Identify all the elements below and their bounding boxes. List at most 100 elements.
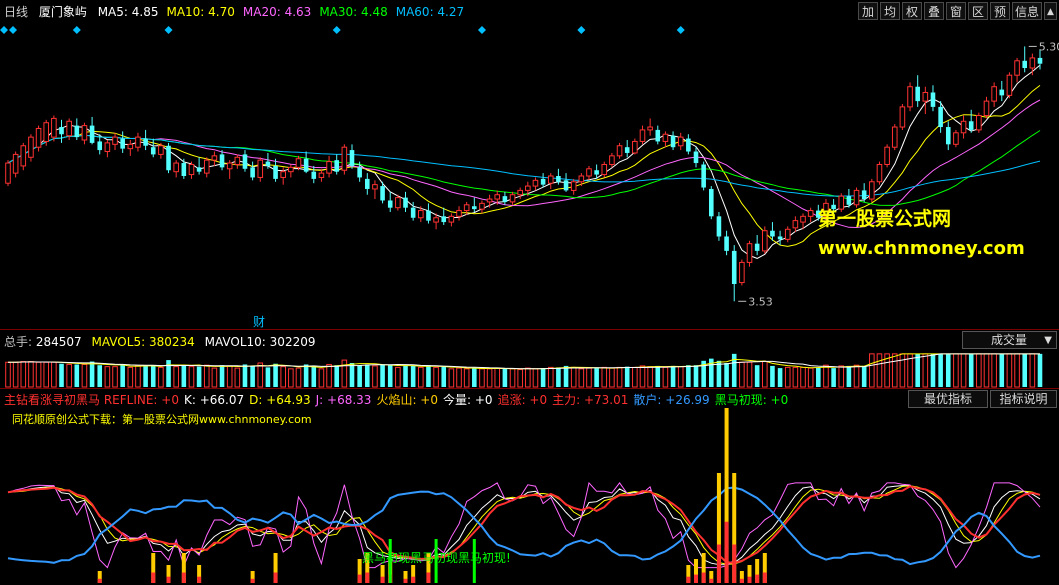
candle	[609, 155, 615, 165]
indicator-legend: 主钻看涨寻初黑马 REFLINE: +0 K: +66.07 D: +64.93 J:…	[4, 391, 793, 408]
volume-bar	[441, 366, 447, 387]
price-panel[interactable]: 5.30 3.53 财 第一股票公式网 www.chnmoney.com	[0, 22, 1059, 330]
stock-name: 厦门象屿	[38, 5, 87, 19]
flame-bar-base	[732, 544, 737, 583]
volume-bar	[334, 365, 340, 387]
volume-bar	[280, 366, 286, 388]
volume-bar	[616, 366, 623, 388]
candle	[647, 126, 653, 131]
volume-bar	[257, 362, 264, 388]
volume-bar	[74, 364, 80, 387]
toolbar-collapse-icon[interactable]: ▲	[1044, 2, 1057, 20]
signal-diamond-icon	[9, 26, 17, 34]
candle	[357, 167, 362, 178]
price-chart[interactable]: 5.30 3.53	[0, 22, 1059, 328]
volume-bar	[968, 353, 974, 387]
watermark-url: www.chnmoney.com	[818, 238, 1025, 259]
ma-legend: 日线 厦门象屿 MA5: 4.85 MA10: 4.70 MA20: 4.63 MA3…	[4, 3, 479, 20]
candle	[1022, 60, 1028, 68]
candle	[334, 160, 340, 172]
volume-bar	[349, 362, 355, 387]
volume-bar	[976, 353, 982, 388]
flame-bar-base	[357, 574, 362, 583]
toolbar-button-3[interactable]: 叠	[924, 2, 944, 20]
indicator-desc-button[interactable]: 指标说明	[990, 390, 1057, 408]
candle	[746, 243, 753, 263]
volume-bar	[97, 365, 103, 387]
period-label[interactable]: 日线	[4, 5, 28, 19]
candle	[686, 138, 691, 152]
candle	[777, 236, 783, 240]
volume-bar	[288, 368, 294, 388]
high-price-label: 5.30	[1039, 40, 1059, 53]
candle	[517, 189, 523, 196]
candle	[12, 153, 19, 174]
candle	[586, 168, 592, 177]
volume-bar	[127, 366, 134, 388]
flame-bar-base	[403, 578, 408, 583]
toolbar-button-6[interactable]: 预	[990, 2, 1010, 20]
candle	[869, 181, 875, 200]
signal-diamond-icon	[332, 26, 341, 34]
candle	[762, 230, 768, 252]
volume-bar	[578, 368, 585, 388]
candle	[708, 188, 714, 217]
volume-bar	[226, 365, 233, 388]
candle	[196, 167, 202, 172]
candle	[364, 178, 370, 189]
flame-bar-base	[365, 572, 370, 583]
volume-bar	[594, 368, 599, 387]
candle	[899, 106, 906, 128]
volume-chart[interactable]	[0, 330, 1059, 388]
volume-bar	[59, 363, 64, 387]
candle	[226, 162, 233, 170]
volume-bar	[915, 353, 920, 387]
volume-panel[interactable]: 总手: 284507 MAVOL5: 380234 MAVOL10: 30220…	[0, 330, 1059, 388]
candle	[1029, 57, 1036, 69]
volume-bar	[831, 368, 836, 387]
indicator-legend-item: 追涨: +0	[497, 393, 548, 407]
candle	[181, 163, 187, 176]
volume-bar	[89, 361, 95, 387]
candle	[242, 154, 248, 169]
candle	[250, 167, 255, 178]
candle	[479, 202, 485, 210]
toolbar-button-7[interactable]: 信息	[1012, 2, 1042, 20]
ma-legend-item: MA20: 4.63	[242, 5, 312, 19]
toolbar-button-5[interactable]: 区	[968, 2, 988, 20]
candle	[74, 125, 80, 138]
volume-bar	[234, 367, 241, 388]
candle	[59, 127, 64, 135]
flame-bar-base	[739, 578, 744, 583]
volume-bar	[66, 363, 72, 388]
volume-bar	[891, 353, 898, 388]
candle	[991, 86, 997, 102]
candle	[953, 132, 959, 145]
best-indicator-button[interactable]: 最优指标	[908, 390, 988, 408]
finance-marker[interactable]: 财	[253, 313, 265, 330]
volume-bar	[104, 366, 111, 388]
indicator-panel[interactable]: 主钻看涨寻初黑马 REFLINE: +0 K: +66.07 D: +64.93 J:…	[0, 389, 1059, 585]
volume-bar	[563, 365, 569, 387]
candle	[311, 171, 317, 179]
toolbar-button-0[interactable]: 加	[858, 2, 878, 20]
toolbar-button-2[interactable]: 权	[902, 2, 922, 20]
candle	[120, 138, 125, 149]
volume-bar	[784, 366, 791, 388]
indicator-legend-item: J: +68.33	[315, 393, 372, 407]
toolbar-button-1[interactable]: 均	[880, 2, 900, 20]
flame-bar-base	[686, 576, 691, 583]
volume-bar	[754, 365, 760, 387]
candle	[166, 145, 171, 171]
volume-bar	[853, 364, 860, 388]
toolbar-button-4[interactable]: 窗	[946, 2, 966, 20]
volume-bar	[51, 361, 57, 388]
volume-bar	[624, 366, 630, 387]
flame-bar-base	[701, 572, 706, 583]
flame-bar-base	[181, 572, 186, 583]
indicator-legend-item: 今量: +0	[443, 393, 493, 407]
volume-bar	[846, 365, 852, 387]
volume-bar	[1029, 353, 1036, 388]
candle	[66, 120, 72, 137]
volume-bar	[81, 363, 88, 388]
